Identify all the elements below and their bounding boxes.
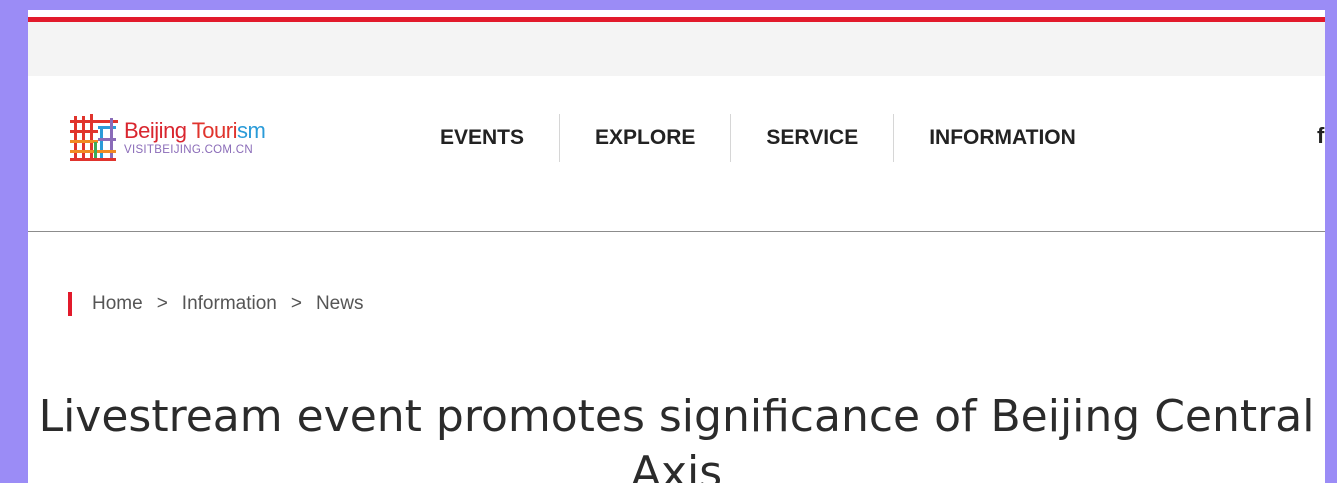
- brand-name: Beijing Tourism: [124, 117, 266, 143]
- breadcrumb-separator: >: [156, 293, 168, 314]
- brand-name-part3: sm: [236, 117, 266, 143]
- breadcrumb-separator: >: [290, 293, 302, 314]
- nav-item-explore[interactable]: EXPLORE: [559, 114, 730, 162]
- main-nav: EVENTS EXPLORE SERVICE INFORMATION: [404, 114, 1111, 162]
- breadcrumb-home[interactable]: Home: [92, 293, 143, 315]
- nav-item-information[interactable]: INFORMATION: [893, 114, 1111, 162]
- beijing-tourism-logo-icon: [70, 114, 118, 161]
- facebook-icon[interactable]: f: [1317, 123, 1324, 149]
- breadcrumb-information[interactable]: Information: [182, 293, 277, 315]
- nav-item-service[interactable]: SERVICE: [730, 114, 893, 162]
- page: Beijing Tourism VISITBEIJING.COM.CN EVEN…: [28, 0, 1325, 483]
- site-logo[interactable]: Beijing Tourism VISITBEIJING.COM.CN: [68, 112, 266, 164]
- brand-name-part2: Touri: [191, 117, 238, 143]
- site-header: Beijing Tourism VISITBEIJING.COM.CN EVEN…: [28, 76, 1325, 232]
- top-bar: [28, 22, 1325, 76]
- breadcrumb: Home > Information > News: [68, 292, 363, 316]
- window-top-accent: [0, 0, 1337, 10]
- breadcrumb-news[interactable]: News: [316, 293, 364, 315]
- breadcrumb-accent-bar: [68, 292, 72, 316]
- article-title: Livestream event promotes significance o…: [38, 391, 1315, 483]
- logo-text: Beijing Tourism VISITBEIJING.COM.CN: [124, 117, 266, 157]
- brand-subtitle: VISITBEIJING.COM.CN: [124, 143, 254, 156]
- brand-name-part1: Beijing: [124, 117, 192, 143]
- nav-item-events[interactable]: EVENTS: [404, 114, 559, 162]
